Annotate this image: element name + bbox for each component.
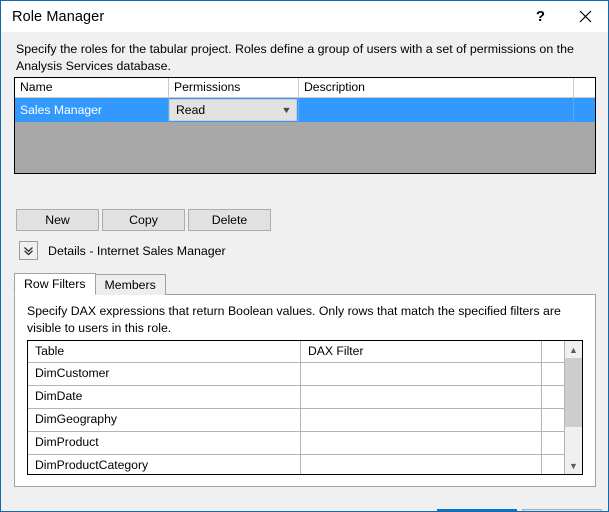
permissions-dropdown[interactable]: Read ▼ xyxy=(169,99,297,121)
title-bar-buttons: ? xyxy=(518,1,608,32)
role-manager-dialog: Role Manager ? Specify the roles for the… xyxy=(0,0,609,512)
tab-members[interactable]: Members xyxy=(94,274,166,295)
column-header-spacer xyxy=(574,78,595,97)
chevron-up-icon[interactable]: ▲ xyxy=(565,341,582,358)
roles-grid[interactable]: Name Permissions Description Sales Manag… xyxy=(14,77,596,174)
chevron-down-icon[interactable]: ▼ xyxy=(565,457,582,474)
title-bar: Role Manager ? xyxy=(1,1,608,32)
scrollbar-track[interactable] xyxy=(565,358,582,457)
help-icon[interactable]: ? xyxy=(518,1,563,32)
dax-row-spacer xyxy=(542,409,564,431)
dax-filter-input[interactable] xyxy=(301,432,543,454)
dax-filter-input[interactable] xyxy=(301,386,543,408)
new-button[interactable]: New xyxy=(16,209,99,231)
tab-row-filters[interactable]: Row Filters xyxy=(14,273,96,295)
roles-grid-header: Name Permissions Description xyxy=(15,78,595,98)
details-label: Details - Internet Sales Manager xyxy=(48,243,226,258)
dax-row-spacer xyxy=(542,455,564,474)
dax-table-name: DimCustomer xyxy=(28,363,301,385)
column-header-permissions[interactable]: Permissions xyxy=(169,78,299,97)
dax-row-spacer xyxy=(542,363,564,385)
column-header-dax-filter[interactable]: DAX Filter xyxy=(301,341,543,362)
dax-filter-input[interactable] xyxy=(301,363,543,385)
details-section: Details - Internet Sales Manager xyxy=(19,241,226,260)
dax-table-header: Table DAX Filter xyxy=(28,341,564,363)
column-header-name[interactable]: Name xyxy=(15,78,169,97)
role-permissions-cell[interactable]: Read ▼ xyxy=(169,98,299,122)
chevron-double-down-icon[interactable] xyxy=(19,241,38,260)
dax-table-body: Table DAX Filter DimCustomer DimDate Dim… xyxy=(28,341,564,474)
dax-row-spacer xyxy=(542,432,564,454)
tab-strip: Row Filters Members xyxy=(14,273,596,295)
dax-table-name: DimGeography xyxy=(28,409,301,431)
column-header-table[interactable]: Table xyxy=(28,341,301,362)
dax-table-name: DimDate xyxy=(28,386,301,408)
dax-header-spacer xyxy=(542,341,564,362)
table-row[interactable]: DimDate xyxy=(28,386,564,409)
close-icon[interactable] xyxy=(563,1,608,32)
permissions-dropdown-value: Read xyxy=(176,103,206,117)
dax-table-name: DimProduct xyxy=(28,432,301,454)
dialog-body: Specify the roles for the tabular projec… xyxy=(2,32,607,511)
table-row[interactable]: Sales Manager Read ▼ xyxy=(15,98,595,122)
dax-table-name: DimProductCategory xyxy=(28,455,301,474)
copy-button[interactable]: Copy xyxy=(102,209,185,231)
role-row-spacer xyxy=(574,98,595,122)
row-filters-note: Specify DAX expressions that return Bool… xyxy=(27,304,561,335)
scrollbar-thumb[interactable] xyxy=(565,358,582,428)
delete-button[interactable]: Delete xyxy=(188,209,271,231)
dax-filter-input[interactable] xyxy=(301,409,543,431)
table-row[interactable]: DimCustomer xyxy=(28,363,564,386)
table-row[interactable]: DimProductCategory xyxy=(28,455,564,474)
window-title: Role Manager xyxy=(12,8,105,25)
chevron-down-icon: ▼ xyxy=(280,104,293,115)
row-filters-panel: Specify DAX expressions that return Bool… xyxy=(14,294,596,487)
dax-row-spacer xyxy=(542,386,564,408)
column-header-description[interactable]: Description xyxy=(299,78,574,97)
table-row[interactable]: DimGeography xyxy=(28,409,564,432)
dax-filter-input[interactable] xyxy=(301,455,543,474)
dax-filters-table[interactable]: Table DAX Filter DimCustomer DimDate Dim… xyxy=(27,340,583,475)
role-description-cell[interactable] xyxy=(299,98,574,122)
intro-text: Specify the roles for the tabular projec… xyxy=(16,42,574,73)
dax-table-scrollbar[interactable]: ▲ ▼ xyxy=(564,341,582,474)
role-name-cell[interactable]: Sales Manager xyxy=(15,98,169,122)
table-row[interactable]: DimProduct xyxy=(28,432,564,455)
